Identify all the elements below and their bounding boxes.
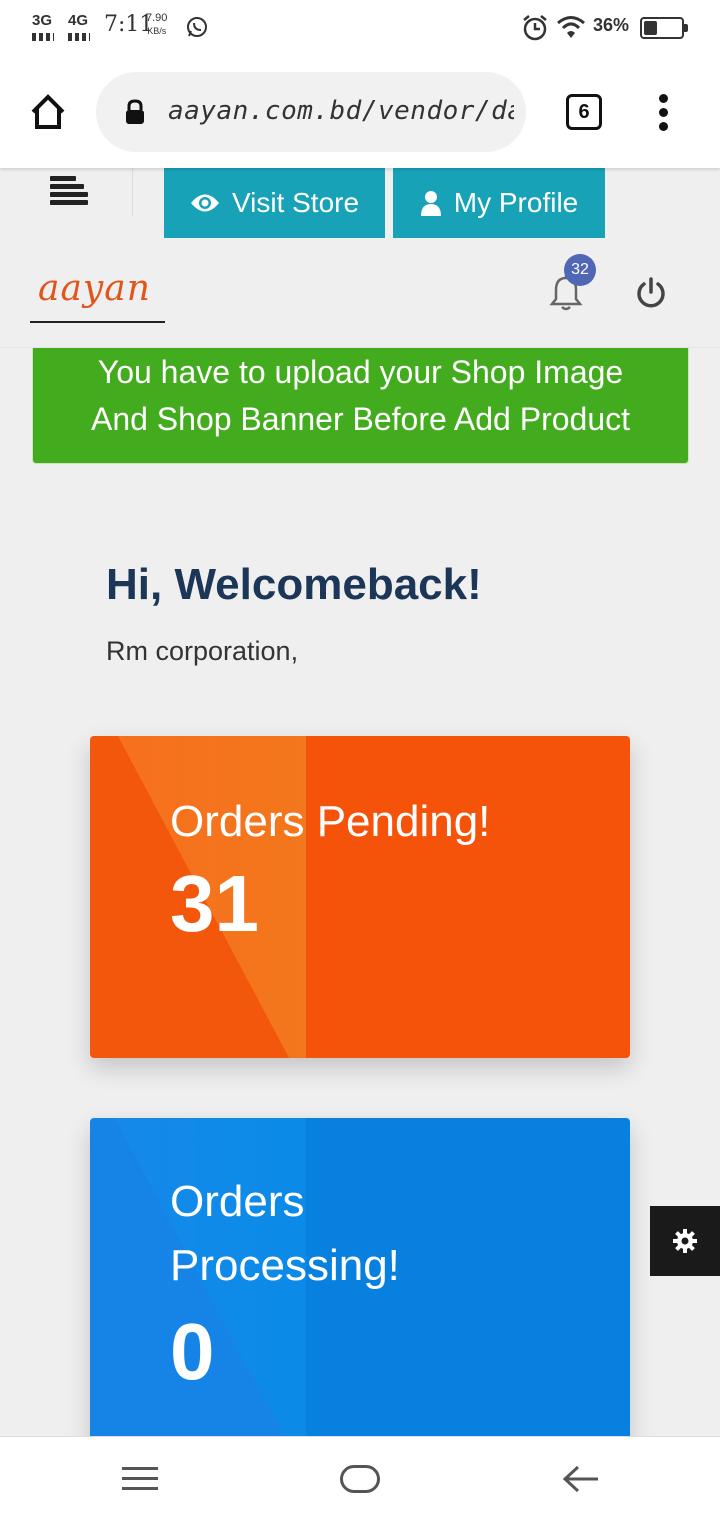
url-text: aayan.com.bd/vendor/dash	[168, 96, 514, 126]
notification-count-badge: 32	[564, 254, 596, 286]
menu-lines-icon	[122, 1467, 158, 1470]
my-profile-label: My Profile	[453, 187, 579, 218]
user-icon	[420, 191, 441, 216]
orders-processing-card[interactable]: Orders Processing! 0	[90, 1118, 630, 1448]
power-icon	[637, 277, 665, 308]
alarm-icon	[522, 14, 548, 47]
menu-icon-line	[50, 192, 88, 197]
system-navigation-bar	[0, 1436, 720, 1520]
my-profile-button[interactable]: My Profile	[393, 168, 605, 238]
more-vert-icon	[659, 94, 668, 103]
lock-icon	[124, 99, 146, 130]
wifi-icon	[556, 14, 586, 45]
speed-unit: KB/s	[147, 26, 167, 36]
sidebar-toggle-button[interactable]	[48, 174, 92, 210]
menu-icon-line	[50, 200, 88, 205]
signal-bars-icon	[32, 33, 54, 41]
signal-bars-icon-2	[68, 33, 90, 41]
orders-pending-title: Orders Pending!	[170, 797, 491, 846]
tab-switcher-button[interactable]: 6	[566, 94, 602, 130]
network-4g-label: 4G	[68, 12, 89, 29]
visit-store-button[interactable]: Visit Store	[164, 168, 385, 238]
browser-toolbar: aayan.com.bd/vendor/dash 6	[0, 56, 720, 168]
eye-icon	[190, 194, 219, 212]
nav-divider	[132, 168, 133, 216]
status-bar: 3G 4G 7:11 7.90 KB/s 36%	[0, 0, 720, 56]
logo-underline	[30, 321, 165, 323]
visit-store-label: Visit Store	[231, 187, 360, 218]
menu-lines-icon-line	[122, 1477, 158, 1480]
more-vert-icon-dot	[659, 108, 668, 117]
menu-icon	[50, 176, 76, 181]
gear-icon	[673, 1229, 697, 1253]
system-home-button[interactable]	[340, 1465, 380, 1493]
system-back-button[interactable]	[562, 1465, 600, 1498]
browser-menu-button[interactable]	[654, 94, 674, 134]
company-name: Rm corporation,	[106, 636, 299, 666]
battery-icon	[640, 17, 688, 39]
home-icon	[31, 94, 65, 129]
battery-percent: 36%	[593, 15, 630, 35]
welcome-heading: Hi, Welcomeback!	[106, 560, 482, 609]
menu-lines-icon-line	[122, 1487, 158, 1490]
speed-value: 7.90	[146, 12, 168, 24]
network-3g-label: 3G	[32, 12, 53, 29]
aayan-logo[interactable]: aayan	[38, 268, 151, 309]
more-vert-icon-dot	[659, 122, 668, 131]
alert-line-1: You have to upload your Shop Image	[97, 354, 624, 390]
back-arrow-icon	[562, 1465, 598, 1493]
settings-panel-toggle[interactable]	[650, 1206, 720, 1276]
upload-shop-image-alert: You have to upload your Shop Image And S…	[32, 348, 689, 464]
logout-button[interactable]	[634, 276, 668, 315]
alert-line-2: And Shop Banner Before Add Product	[90, 401, 631, 437]
network-speed: 7.90 KB/s	[146, 12, 167, 38]
whatsapp-icon	[186, 16, 208, 43]
orders-processing-title-line1: Orders	[170, 1177, 305, 1226]
orders-processing-count: 0	[170, 1307, 215, 1396]
orders-pending-count: 31	[170, 859, 259, 948]
orders-pending-card[interactable]: Orders Pending! 31	[90, 736, 630, 1058]
browser-home-button[interactable]	[28, 92, 68, 132]
recent-apps-button[interactable]	[122, 1467, 158, 1491]
menu-icon-line	[50, 184, 84, 189]
brand-header: aayan 32	[0, 238, 720, 348]
battery-level-fill	[644, 21, 657, 35]
address-bar[interactable]: aayan.com.bd/vendor/dash	[96, 72, 526, 152]
orders-processing-title-line2: Processing!	[170, 1241, 400, 1290]
